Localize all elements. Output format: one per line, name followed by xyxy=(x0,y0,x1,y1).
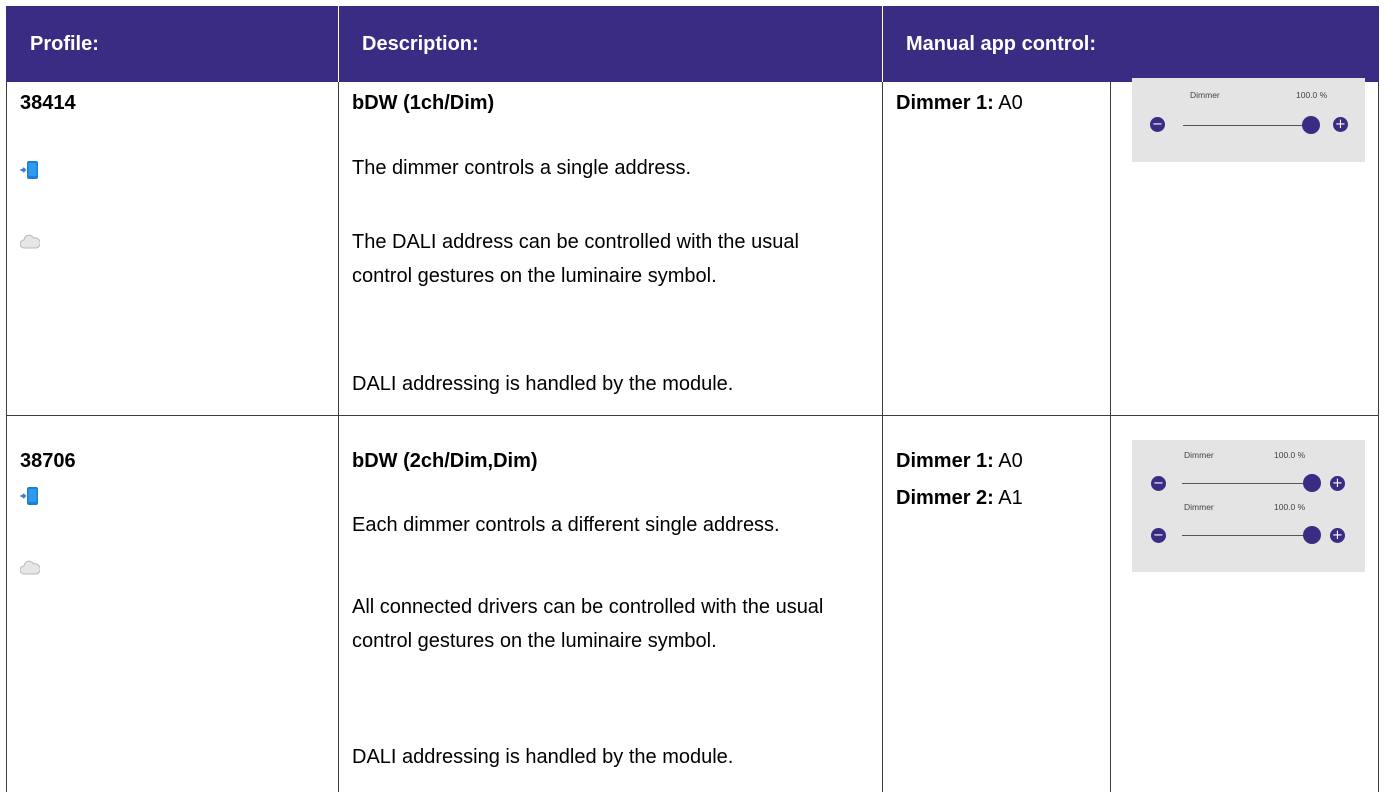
profile-number: 38414 xyxy=(20,92,76,114)
increase-button[interactable]: + xyxy=(1330,476,1345,491)
cloud-icon xyxy=(20,560,40,575)
slider-label: Dimmer xyxy=(1184,450,1214,460)
slider-value: 100.0 % xyxy=(1296,90,1328,100)
header-profile: Profile: xyxy=(30,33,99,55)
slider-knob[interactable] xyxy=(1302,116,1320,134)
dimmer-control-panel: Dimmer 100.0 % − + Dimmer 100.0 % − + xyxy=(1132,440,1365,572)
header-description: Description: xyxy=(362,33,479,55)
slider-label: Dimmer xyxy=(1190,90,1220,100)
slider-label: Dimmer xyxy=(1184,502,1214,512)
header-manual-control: Manual app control: xyxy=(906,33,1096,55)
decrease-button[interactable]: − xyxy=(1151,528,1166,543)
description-paragraph: DALI addressing is handled by the module… xyxy=(352,373,734,395)
table-header: Profile: Description: Manual app control… xyxy=(6,6,1379,82)
description-paragraph: The dimmer controls a single address. xyxy=(352,157,692,179)
phone-push-icon xyxy=(20,487,38,505)
slider-value: 100.0 % xyxy=(1274,450,1306,460)
description-paragraph: The DALI address can be controlled with … xyxy=(352,231,799,287)
slider-track[interactable] xyxy=(1182,483,1312,484)
profile-number: 38706 xyxy=(20,450,76,472)
profile-title: bDW (2ch/Dim,Dim) xyxy=(352,450,538,472)
decrease-button[interactable]: − xyxy=(1150,117,1165,132)
slider-knob[interactable] xyxy=(1303,474,1321,492)
slider-knob[interactable] xyxy=(1303,526,1321,544)
slider-track[interactable] xyxy=(1182,535,1312,536)
dimmer-control-panel: Dimmer 100.0 % − + xyxy=(1132,78,1365,162)
description-paragraph: Each dimmer controls a different single … xyxy=(352,514,780,536)
description-paragraph: All connected drivers can be controlled … xyxy=(352,596,824,652)
phone-push-icon xyxy=(20,161,38,179)
slider-track[interactable] xyxy=(1183,125,1311,126)
profile-title: bDW (1ch/Dim) xyxy=(352,92,495,114)
increase-button[interactable]: + xyxy=(1333,117,1348,132)
decrease-button[interactable]: − xyxy=(1151,476,1166,491)
dimmer-assignment: Dimmer 2: A1 xyxy=(896,487,1023,509)
increase-button[interactable]: + xyxy=(1330,528,1345,543)
dimmer-assignment: Dimmer 1: A0 xyxy=(896,450,1023,472)
dimmer-assignment: Dimmer 1: A0 xyxy=(896,92,1023,114)
description-paragraph: DALI addressing is handled by the module… xyxy=(352,746,734,768)
cloud-icon xyxy=(20,234,40,249)
slider-value: 100.0 % xyxy=(1274,502,1306,512)
